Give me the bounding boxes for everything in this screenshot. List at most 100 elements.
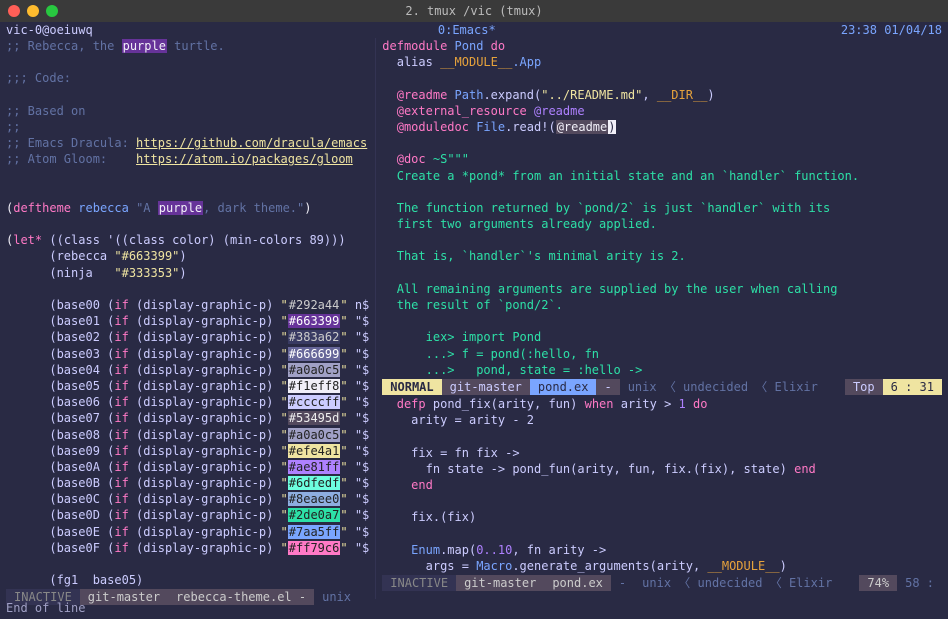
color-base-line: (base0E (if (display-graphic-p) "#7aa5ff… <box>6 524 369 540</box>
zoom-icon[interactable] <box>46 5 58 17</box>
right-modeline-bottom: INACTIVE git-master pond.ex - unix 〈 und… <box>382 574 942 592</box>
window-controls <box>8 5 58 17</box>
color-swatch: #ccccff <box>288 395 341 409</box>
git-branch: git-master <box>80 589 168 605</box>
color-base-line: (base01 (if (display-graphic-p) "#663399… <box>6 313 369 329</box>
color-swatch: #a0a0c5 <box>288 428 341 442</box>
color-swatch: #ae81ff <box>288 460 341 474</box>
color-base-line: (base06 (if (display-graphic-p) "#ccccff… <box>6 394 369 410</box>
code-line: defp pond_fix(arity, fun) when arity > 1… <box>382 396 942 412</box>
window-title: 2. tmux /vic (tmux) <box>0 3 948 19</box>
color-base-line: (base0F (if (display-graphic-p) "#ff79c6… <box>6 540 369 556</box>
color-swatch: #efe4a1 <box>288 444 341 458</box>
code-line: end <box>382 477 942 493</box>
code-line: (let* ((class '((class color) (min-color… <box>6 232 369 248</box>
color-base-line: (base03 (if (display-graphic-p) "#666699… <box>6 346 369 362</box>
code-line: ;; <box>6 119 369 135</box>
file-encoding: unix <box>314 589 359 605</box>
modified-flag: - <box>596 379 619 395</box>
code-line: (deftheme rebecca "A purple, dark theme.… <box>6 200 369 216</box>
color-swatch: #6dfedf <box>288 476 341 490</box>
code-line: (ninja "#333353") <box>6 265 369 281</box>
color-swatch: #663399 <box>288 314 341 328</box>
tmux-clock: 23:38 01/04/18 <box>841 22 948 38</box>
buffer-name: pond.ex <box>530 379 597 395</box>
color-base-line: (base00 (if (display-graphic-p) "#292a44… <box>6 297 369 313</box>
code-line: ;; Emacs Dracula: https://github.com/dra… <box>6 135 369 151</box>
mode-state: INACTIVE <box>382 575 456 591</box>
scroll-pos: Top <box>845 379 883 395</box>
buffer-name: pond.ex <box>544 575 611 591</box>
color-base-line: (base0A (if (display-graphic-p) "#ae81ff… <box>6 459 369 475</box>
code-line: @doc ~S""" <box>382 151 942 167</box>
code-line: alias __MODULE__.App <box>382 54 942 70</box>
left-pane[interactable]: ;; Rebecca, the purple turtle. ;;; Code:… <box>0 38 376 599</box>
modified-flag: - <box>611 575 634 591</box>
color-swatch: #383a62 <box>288 330 341 344</box>
cursor: ) <box>608 120 615 134</box>
color-swatch: #ff79c6 <box>288 541 341 555</box>
echo-message: End of line <box>6 600 85 616</box>
highlight-purple: purple <box>122 39 167 53</box>
git-branch: git-master <box>442 379 530 395</box>
code-line: ;; Atom Gloom: https://atom.io/packages/… <box>6 151 369 167</box>
code-line: (fg1 base05) <box>6 572 369 588</box>
link-gloom[interactable]: https://atom.io/packages/gloom <box>136 152 353 166</box>
docstring: iex> import Pond <box>382 329 942 345</box>
git-branch: git-master <box>456 575 544 591</box>
code-line: @moduledoc File.read!(@readme) <box>382 119 942 135</box>
code-line: ;;; Code: <box>6 70 369 86</box>
minimize-icon[interactable] <box>27 5 39 17</box>
code-line: args = Macro.generate_arguments(arity, _… <box>382 558 942 574</box>
color-base-line: (base0C (if (display-graphic-p) "#8eaee0… <box>6 491 369 507</box>
scroll-pct: 74% <box>859 575 897 591</box>
right-modeline-top: NORMAL git-master pond.ex - unix 〈 undec… <box>382 378 942 396</box>
docstring: All remaining arguments are supplied by … <box>382 281 942 297</box>
color-swatch: #8eaee0 <box>288 492 341 506</box>
color-swatch: #a0a0c5 <box>288 363 341 377</box>
code-line: @external_resource @readme <box>382 103 942 119</box>
docstring: ...> f = pond(:hello, fn <box>382 346 942 362</box>
code-line: @readme Path.expand("../README.md", __DI… <box>382 87 942 103</box>
file-meta: unix 〈 undecided 〈 Elixir <box>634 575 859 591</box>
docstring: That is, `handler`'s minimal arity is 2. <box>382 248 942 264</box>
color-base-line: (base0B (if (display-graphic-p) "#6dfedf… <box>6 475 369 491</box>
tmux-host: vic-0@oeiuwq <box>0 22 93 38</box>
code-line: Enum.map(0..10, fn arity -> <box>382 542 942 558</box>
right-pane[interactable]: defmodule Pond do alias __MODULE__.App @… <box>376 38 948 599</box>
tmux-window[interactable]: 0:Emacs* <box>93 22 841 38</box>
color-base-line: (base04 (if (display-graphic-p) "#a0a0c5… <box>6 362 369 378</box>
close-icon[interactable] <box>8 5 20 17</box>
color-swatch: #f1eff8 <box>288 379 341 393</box>
file-meta: unix 〈 undecided 〈 Elixir <box>620 379 845 395</box>
docstring: ...> pond, state = :hello -> <box>382 362 942 378</box>
color-swatch: #292a44 <box>288 298 341 312</box>
color-swatch: #53495d <box>288 411 341 425</box>
editor-split: ;; Rebecca, the purple turtle. ;;; Code:… <box>0 38 948 599</box>
color-base-line: (base09 (if (display-graphic-p) "#efe4a1… <box>6 443 369 459</box>
color-base-line: (base08 (if (display-graphic-p) "#a0a0c5… <box>6 427 369 443</box>
docstring: The function returned by `pond/2` is jus… <box>382 200 942 216</box>
mode-state: NORMAL <box>382 379 441 395</box>
code-line: fn state -> pond_fun(arity, fun, fix.(fi… <box>382 461 942 477</box>
code-line: arity = arity - 2 <box>382 412 942 428</box>
color-base-line: (base02 (if (display-graphic-p) "#383a62… <box>6 329 369 345</box>
link-dracula[interactable]: https://github.com/dracula/emacs <box>136 136 367 150</box>
code-line: defmodule Pond do <box>382 38 942 54</box>
titlebar: 2. tmux /vic (tmux) <box>0 0 948 22</box>
color-swatch: #7aa5ff <box>288 525 341 539</box>
code-line: (rebecca "#663399") <box>6 248 369 264</box>
line-col: 58 : <box>897 575 942 591</box>
code-line: ;; Rebecca, the purple turtle. <box>6 38 369 54</box>
docstring: the result of `pond/2`. <box>382 297 942 313</box>
cursor-region: @readme <box>556 120 609 134</box>
color-base-line: (base05 (if (display-graphic-p) "#f1eff8… <box>6 378 369 394</box>
docstring: Create a *pond* from an initial state an… <box>382 168 942 184</box>
color-swatch: #2de0a7 <box>288 508 341 522</box>
color-base-line: (base0D (if (display-graphic-p) "#2de0a7… <box>6 507 369 523</box>
color-base-line: (base07 (if (display-graphic-p) "#53495d… <box>6 410 369 426</box>
code-line: fix.(fix) <box>382 509 942 525</box>
code-line: ;; Based on <box>6 103 369 119</box>
color-swatch: #666699 <box>288 347 341 361</box>
tmux-status-line: vic-0@oeiuwq 0:Emacs* 23:38 01/04/18 <box>0 22 948 38</box>
